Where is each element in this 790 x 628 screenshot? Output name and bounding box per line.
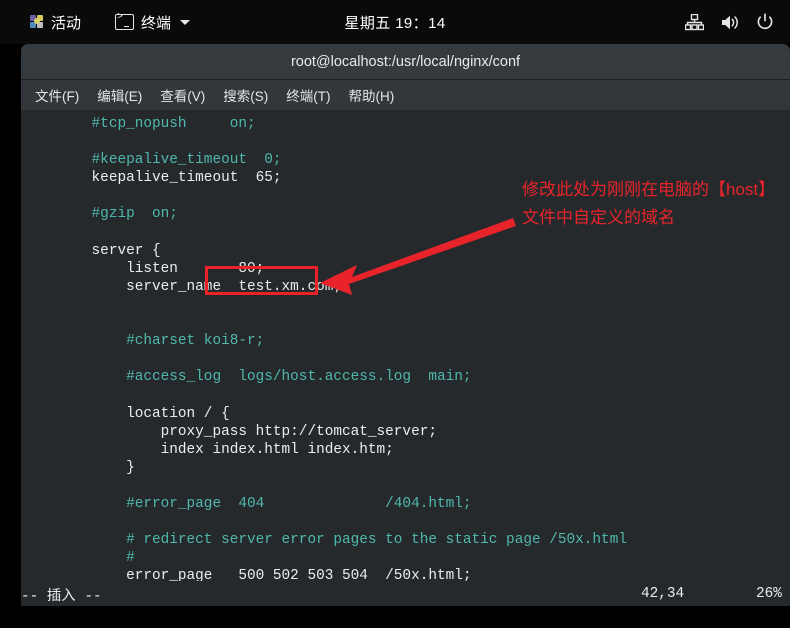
code-line: #keepalive_timeout 0; bbox=[57, 152, 282, 169]
menu-item-terminal[interactable]: 终端(T) bbox=[277, 82, 339, 108]
chevron-down-icon bbox=[180, 19, 191, 25]
code-line: server_name test.xm.com; bbox=[57, 278, 342, 295]
menu-bar: 文件(F) 编辑(E) 查看(V) 搜索(S) 终端(T) 帮助(H) bbox=[21, 80, 790, 111]
code-line: server { bbox=[57, 242, 161, 259]
menu-item-search[interactable]: 搜索(S) bbox=[214, 82, 277, 108]
menu-item-view[interactable]: 查看(V) bbox=[151, 82, 214, 108]
vim-status-line: -- 插入 -- 42,34 26% bbox=[21, 581, 790, 606]
window-titlebar[interactable]: root@localhost:/usr/local/nginx/conf bbox=[21, 44, 790, 80]
terminal-content[interactable]: #tcp_nopush on; #keepalive_timeout 0; ke… bbox=[21, 111, 790, 606]
volume-icon[interactable] bbox=[720, 14, 740, 31]
code-line: listen 80; bbox=[57, 260, 265, 277]
window-title: root@localhost:/usr/local/nginx/conf bbox=[290, 53, 521, 70]
vim-mode-indicator: -- 插入 -- bbox=[21, 588, 102, 605]
activities-button[interactable]: 活动 bbox=[26, 10, 85, 35]
vim-scroll-percent: 26% bbox=[756, 586, 782, 602]
code-line: keepalive_timeout 65; bbox=[57, 170, 282, 187]
code-line: index index.html index.htm; bbox=[57, 441, 394, 458]
menu-item-help[interactable]: 帮助(H) bbox=[340, 82, 404, 108]
code-line: location / { bbox=[57, 405, 230, 422]
app-menu-label: 终端 bbox=[141, 14, 172, 32]
clock-label[interactable]: 星期五 19：14 bbox=[344, 15, 445, 32]
code-line: } bbox=[57, 459, 135, 476]
code-line: # redirect server error pages to the sta… bbox=[57, 532, 627, 549]
code-line: #tcp_nopush on; bbox=[57, 116, 256, 132]
power-icon[interactable] bbox=[756, 13, 774, 31]
top-bar-status-area[interactable] bbox=[685, 13, 774, 31]
network-wired-icon[interactable] bbox=[685, 13, 704, 31]
terminal-icon bbox=[115, 12, 135, 30]
code-line: #gzip on; bbox=[57, 206, 178, 223]
code-line: # bbox=[57, 550, 135, 567]
terminal-window: root@localhost:/usr/local/nginx/conf 文件(… bbox=[21, 44, 790, 606]
vim-cursor-position: 42,34 bbox=[641, 586, 685, 602]
top-bar-left-group: 活动 终端 bbox=[26, 10, 191, 35]
app-menu-terminal[interactable]: 终端 bbox=[115, 12, 191, 33]
menu-item-edit[interactable]: 编辑(E) bbox=[88, 82, 151, 108]
gnome-top-bar: 活动 终端 星期五 19：14 bbox=[0, 0, 790, 44]
vim-editor-buffer[interactable]: #tcp_nopush on; #keepalive_timeout 0; ke… bbox=[21, 115, 790, 585]
menu-item-file[interactable]: 文件(F) bbox=[26, 82, 88, 108]
fedora-app-grid-icon bbox=[30, 14, 45, 30]
code-line: #access_log logs/host.access.log main; bbox=[57, 369, 472, 386]
code-line: #charset koi8-r; bbox=[57, 333, 265, 350]
code-line: #error_page 404 /404.html; bbox=[57, 495, 472, 512]
activities-label: 活动 bbox=[51, 14, 82, 32]
code-line: proxy_pass http://tomcat_server; bbox=[57, 423, 437, 440]
